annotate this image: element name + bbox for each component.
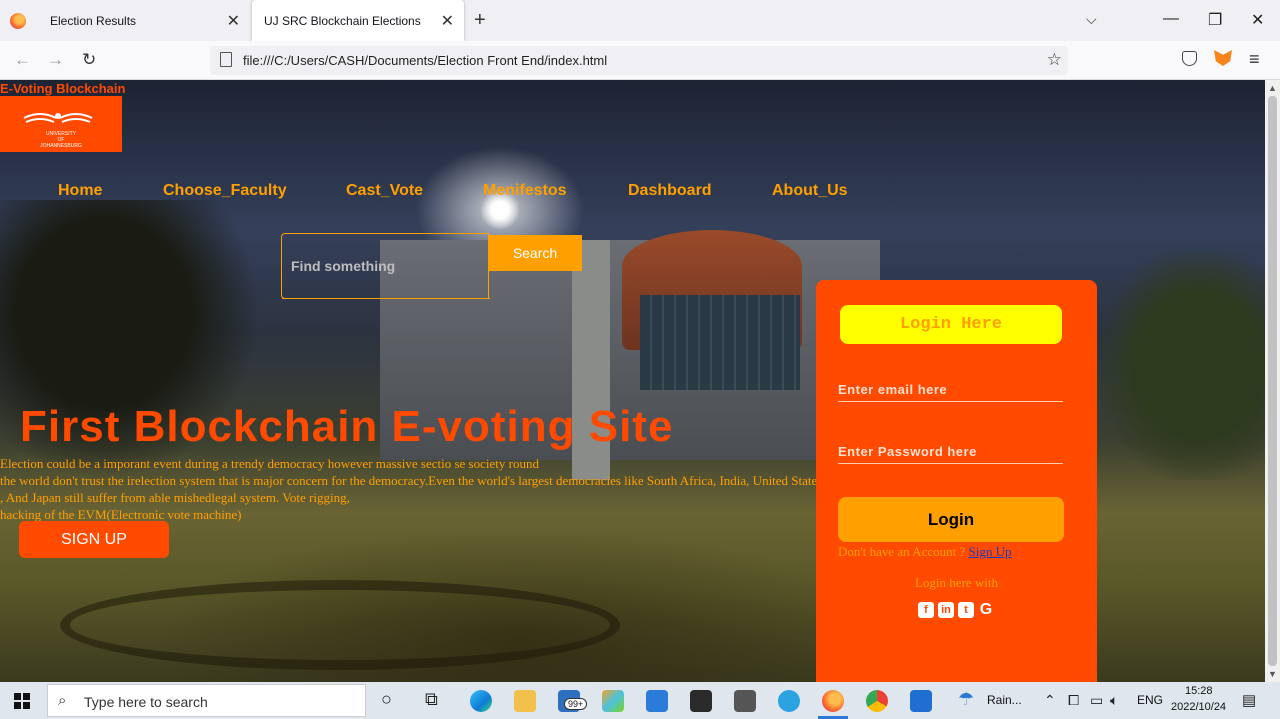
search-underline	[282, 298, 490, 299]
nav-choose-faculty[interactable]: Choose_Faculty	[163, 182, 287, 200]
close-tab-icon[interactable]: ✕	[441, 11, 454, 31]
nav-home[interactable]: Home	[58, 182, 102, 200]
tab-uj-src-elections[interactable]: UJ SRC Blockchain Elections ✕	[252, 0, 464, 41]
page-icon	[220, 52, 232, 67]
clock-time[interactable]: 15:28	[1185, 685, 1213, 697]
close-tab-icon[interactable]: ✕	[227, 11, 240, 31]
university-logo[interactable]: UNIVERSITY OF JOHANNESBURG	[0, 96, 122, 152]
hero-line: Election could be a imporant event durin…	[0, 456, 539, 471]
back-button[interactable]: ←	[14, 50, 31, 70]
taskbar-search-placeholder: Type here to search	[84, 694, 208, 710]
scroll-thumb[interactable]	[1268, 96, 1277, 666]
scroll-up-icon[interactable]: ▲	[1268, 83, 1277, 93]
nav-dashboard[interactable]: Dashboard	[628, 182, 712, 200]
login-card: Login Here Login Don't have an Account ?…	[816, 280, 1097, 682]
hero-line: , And Japan still suffer from able mishe…	[0, 490, 350, 505]
login-button[interactable]: Login	[838, 497, 1064, 542]
password-field[interactable]	[838, 440, 1063, 464]
metamask-extension-icon[interactable]	[1214, 50, 1232, 66]
task-view-icon[interactable]: ⧉	[425, 689, 438, 710]
minimize-button[interactable]: —	[1163, 10, 1179, 28]
firefox-taskbar-icon[interactable]	[822, 690, 844, 712]
battery-icon[interactable]: ▭	[1090, 692, 1103, 709]
background-glass	[640, 295, 800, 390]
maximize-button[interactable]: ❐	[1208, 10, 1222, 30]
tab-title: Election Results	[50, 13, 137, 28]
clock-date[interactable]: 2022/10/24	[1171, 701, 1226, 713]
network-icon[interactable]: ⧠	[1068, 692, 1079, 709]
language-indicator[interactable]: ENG	[1137, 693, 1163, 707]
linkedin-icon[interactable]: in	[938, 602, 954, 618]
hero-line: the world don't trust the irelection sys…	[0, 473, 823, 488]
vscode-icon[interactable]	[646, 690, 668, 712]
list-all-tabs-icon[interactable]: ⌵	[1086, 11, 1097, 28]
logo-text-line: JOHANNESBURG	[40, 143, 82, 149]
app-box-icon[interactable]	[690, 690, 712, 712]
login-heading: Login Here	[840, 305, 1062, 344]
hero-title: First Blockchain E-voting Site	[20, 402, 674, 451]
app-menu-icon[interactable]: ≡	[1249, 49, 1260, 70]
background-trees-right	[1100, 250, 1265, 480]
browser-nav-bar: ← → ↻ file:///C:/Users/CASH/Documents/El…	[0, 41, 1280, 80]
tab-election-results[interactable]: Election Results ✕	[38, 0, 250, 41]
forward-button[interactable]: →	[47, 50, 64, 70]
page-scrollbar[interactable]: ▲ ▼	[1265, 80, 1280, 682]
background-lawn-pattern	[60, 580, 620, 670]
nav-manifestos[interactable]: Menifestos	[483, 182, 567, 200]
windows-start-icon[interactable]	[14, 693, 30, 709]
search-button[interactable]: Search	[488, 235, 582, 271]
notifications-icon[interactable]: ▤	[1242, 691, 1256, 709]
social-login-icons: f in t G	[918, 602, 994, 618]
facebook-icon[interactable]: f	[918, 602, 934, 618]
nav-cast-vote[interactable]: Cast_Vote	[346, 182, 423, 200]
tray-chevron-icon[interactable]: ⌃	[1044, 692, 1056, 709]
hero-signup-button[interactable]: SIGN UP	[19, 521, 169, 558]
app-gear-icon[interactable]	[734, 690, 756, 712]
chrome-icon[interactable]	[866, 690, 888, 712]
signup-link[interactable]: Sign Up	[969, 544, 1012, 559]
tab-title: UJ SRC Blockchain Elections	[264, 13, 421, 28]
telegram-icon[interactable]	[778, 690, 800, 712]
login-with-label: Login here with	[914, 575, 999, 590]
reload-button[interactable]: ↻	[82, 50, 96, 70]
no-account-text: Don't have an Account ? Sign Up	[838, 544, 1011, 560]
volume-icon[interactable]: 🔈︎	[1110, 692, 1118, 709]
git-client-icon[interactable]	[602, 690, 624, 712]
twitter-icon[interactable]: t	[958, 602, 974, 618]
close-window-button[interactable]: ✕	[1251, 10, 1264, 30]
hero-description: Election could be a imporant event durin…	[0, 455, 822, 523]
google-icon[interactable]: G	[978, 602, 994, 618]
site-brand: E-Voting Blockchain	[0, 81, 126, 96]
no-account-label: Don't have an Account ?	[838, 544, 969, 559]
weather-icon[interactable]: ☂	[958, 689, 974, 710]
url-text[interactable]: file:///C:/Users/CASH/Documents/Election…	[243, 53, 607, 68]
firefox-icon	[10, 13, 26, 29]
address-bar[interactable]: file:///C:/Users/CASH/Documents/Election…	[210, 46, 1068, 75]
weather-text[interactable]: Rain...	[987, 693, 1022, 707]
search-input[interactable]	[291, 258, 481, 274]
new-tab-button[interactable]: +	[474, 9, 486, 32]
browser-tab-bar: Election Results ✕ UJ SRC Blockchain Ele…	[0, 0, 1280, 41]
taskbar-search-box[interactable]: ⌕ Type here to search	[47, 684, 366, 717]
search-icon: ⌕	[58, 692, 67, 709]
cortana-icon[interactable]: ○	[381, 689, 392, 710]
mail-badge: 99+	[564, 698, 588, 710]
file-explorer-icon[interactable]	[514, 690, 536, 712]
logo-emblem-icon	[23, 113, 93, 123]
scroll-down-icon[interactable]: ▼	[1268, 669, 1277, 679]
bookmark-star-icon[interactable]: ☆	[1047, 50, 1062, 70]
page-content: E-Voting Blockchain UNIVERSITY OF JOHANN…	[0, 80, 1265, 682]
pocket-icon[interactable]	[1182, 51, 1197, 66]
media-player-icon[interactable]	[910, 690, 932, 712]
email-field[interactable]	[838, 378, 1063, 402]
edge-icon[interactable]	[470, 690, 492, 712]
windows-taskbar: ⌕ Type here to search ○ ⧉ 99+ ☂ Rain... …	[0, 682, 1280, 719]
nav-about-us[interactable]: About_Us	[772, 182, 848, 200]
search-box	[281, 233, 490, 299]
